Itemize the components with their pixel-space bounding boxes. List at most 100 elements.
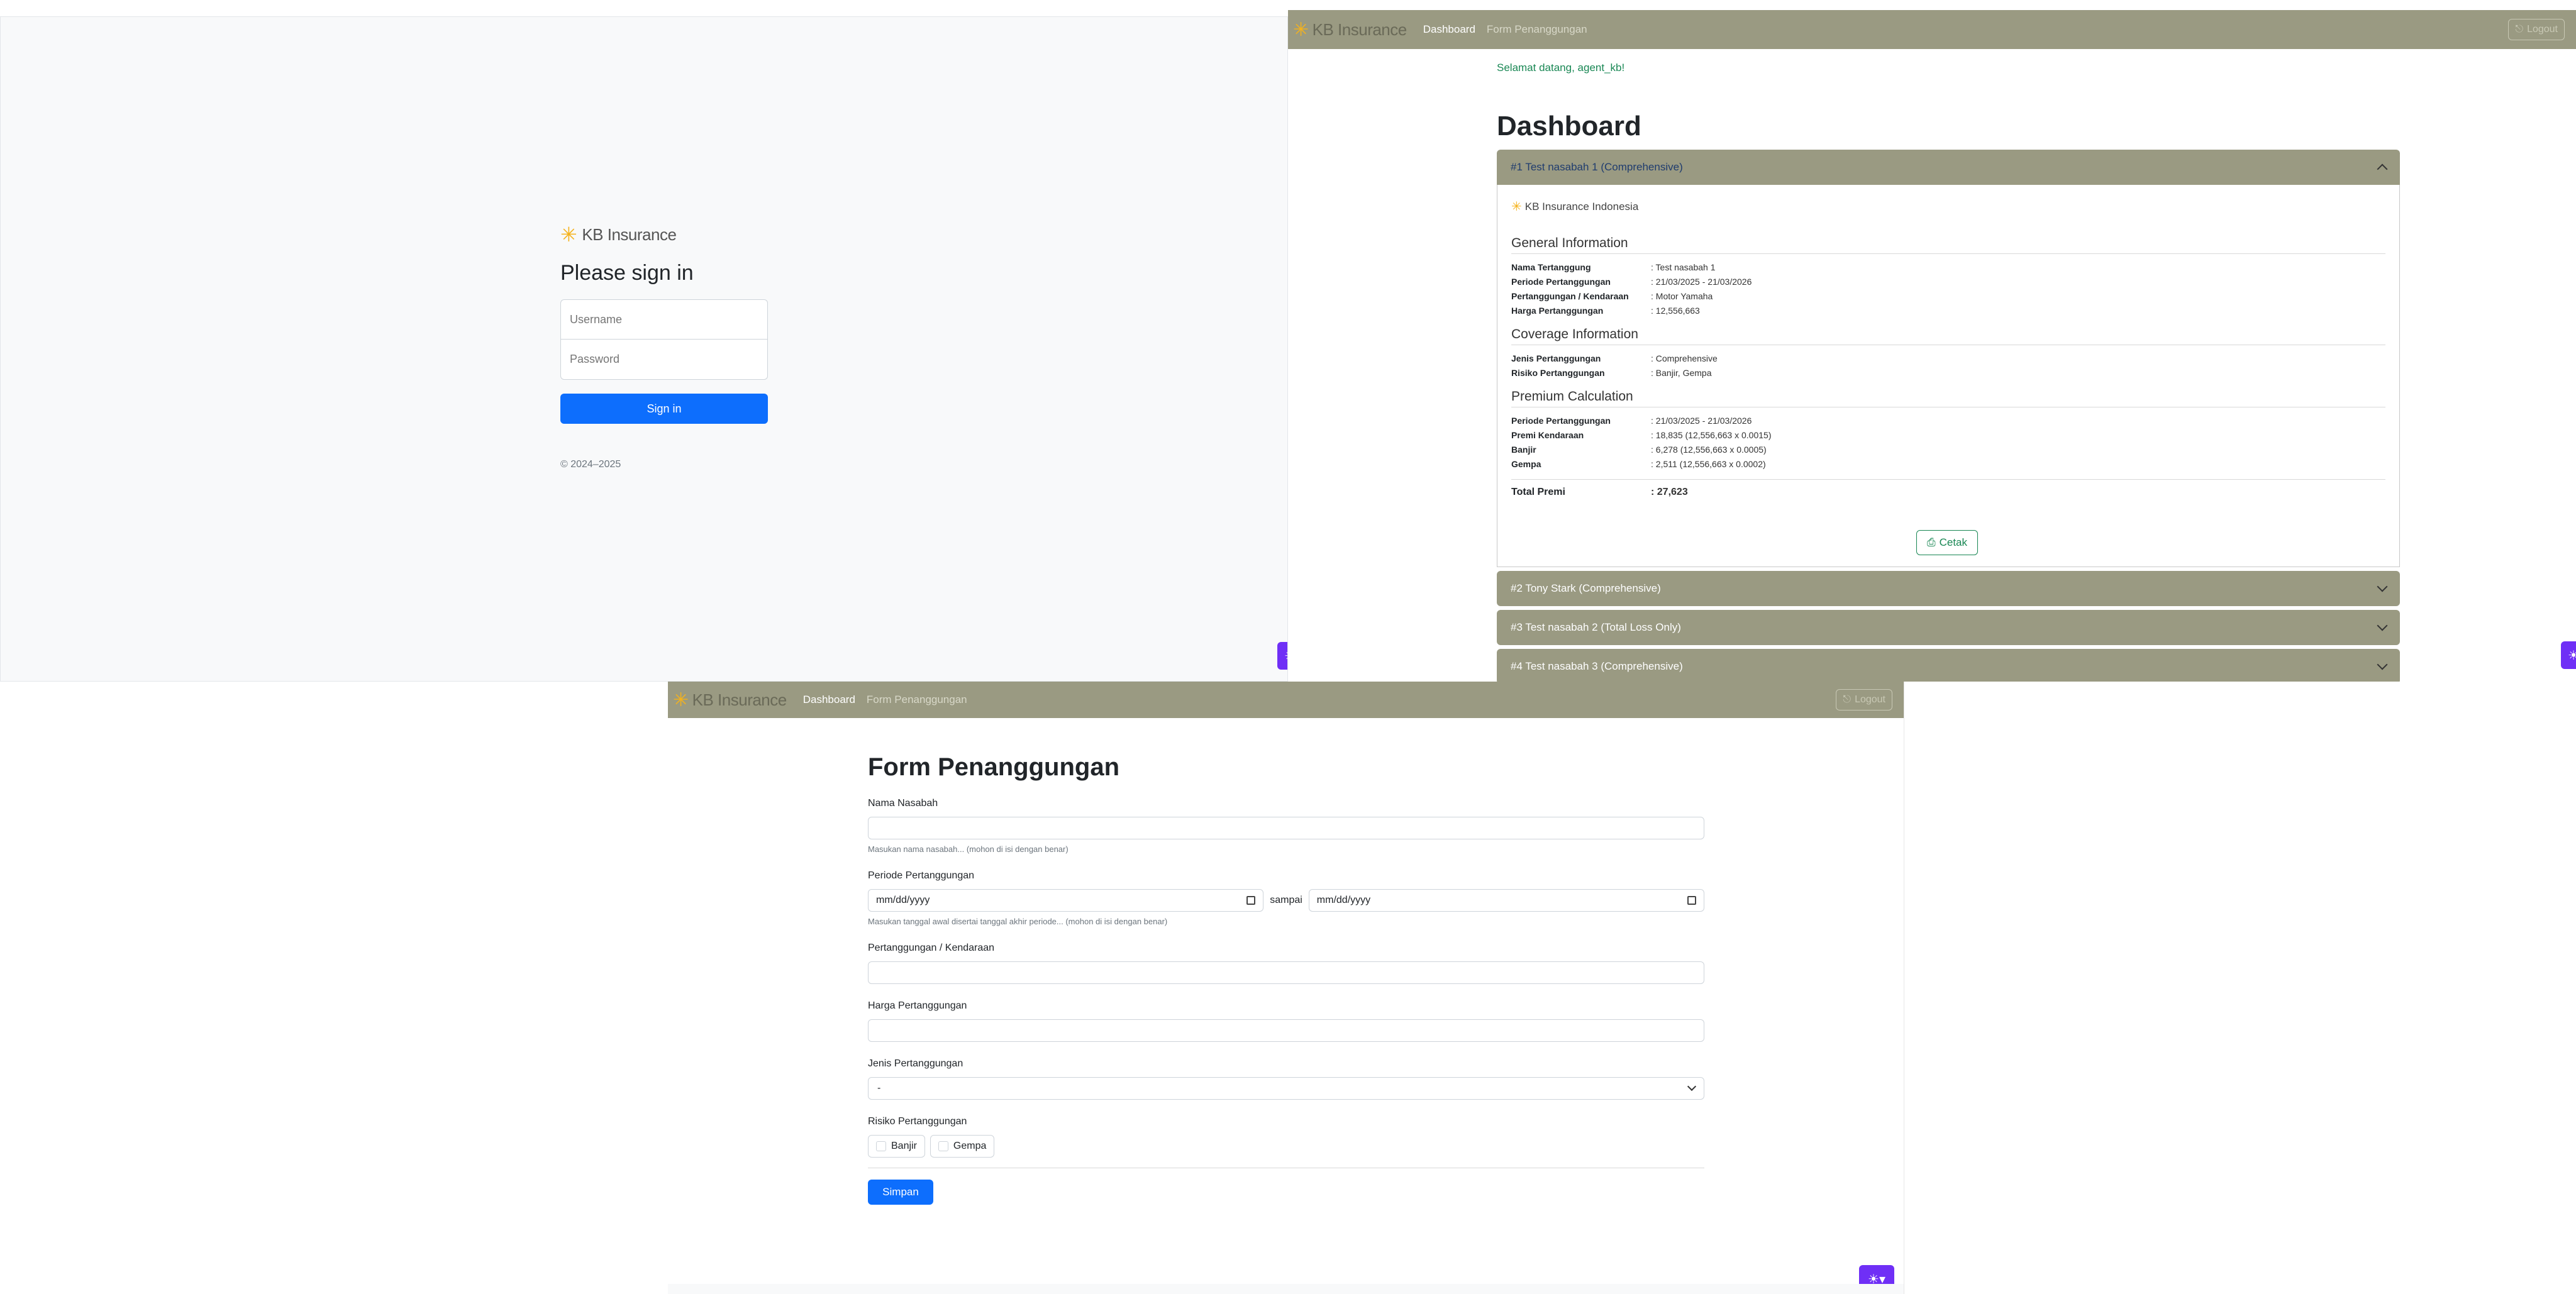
start-date-placeholder: mm/dd/yyyy — [876, 895, 930, 905]
accordion-header-1[interactable]: #1 Test nasabah 1 (Comprehensive) — [1497, 150, 2400, 185]
password-input[interactable] — [560, 340, 768, 380]
form-panel: ✳ KB Insurance Dashboard Form Penanggung… — [668, 682, 1904, 1294]
copyright-text: © 2024–2025 — [560, 459, 621, 470]
nama-help: Masukan nama nasabah... (mohon di isi de… — [868, 844, 1069, 854]
jenis-select[interactable]: - — [868, 1077, 1704, 1100]
general-info-title: General Information — [1511, 236, 2385, 254]
harga-label: Harga Pertanggungan — [868, 1000, 967, 1011]
calendar-icon[interactable] — [1687, 896, 1697, 905]
periode-group: Periode Pertanggungan mm/dd/yyyy sampai … — [868, 870, 1705, 926]
gempa-checkbox[interactable]: Gempa — [930, 1135, 995, 1158]
navbar-brand-text: KB Insurance — [692, 690, 787, 709]
harga-input[interactable] — [868, 1019, 1704, 1042]
accordion-title-1: #1 Test nasabah 1 (Comprehensive) — [1511, 161, 1683, 173]
nav-dashboard-link[interactable]: Dashboard — [1423, 23, 1475, 36]
harga-group: Harga Pertanggungan — [868, 1000, 1704, 1042]
chevron-up-icon — [2377, 163, 2388, 175]
nav-form-link[interactable]: Form Penanggungan — [1487, 23, 1587, 36]
info-key: Gempa — [1511, 459, 1541, 469]
accordion-header-2[interactable]: #2 Tony Stark (Comprehensive) — [1497, 571, 2400, 606]
signin-title: Please sign in — [560, 261, 694, 285]
kendaraan-input[interactable] — [868, 961, 1704, 984]
info-value: : 21/03/2025 - 21/03/2026 — [1651, 277, 1752, 287]
policy-logo-text: KB Insurance Indonesia — [1524, 200, 1639, 213]
periode-help: Masukan tanggal awal disertai tanggal ak… — [868, 917, 1168, 926]
kendaraan-label: Pertanggungan / Kendaraan — [868, 943, 995, 953]
total-label: Total Premi — [1511, 487, 1565, 497]
info-value: : Motor Yamaha — [1651, 291, 1713, 301]
info-key: Jenis Pertanggungan — [1511, 353, 1601, 363]
total-premium: Total Premi: 27,623 — [1511, 479, 2385, 499]
checkbox-box[interactable] — [938, 1141, 948, 1151]
logout-button[interactable]: ⎋ Logout — [2508, 19, 2565, 40]
login-logo-text: KB Insurance — [582, 224, 677, 244]
risiko-options: Banjir Gempa — [868, 1135, 1704, 1158]
info-key: Pertanggungan / Kendaraan — [1511, 291, 1629, 301]
printer-icon: ⎙ — [1926, 536, 1936, 548]
general-info-rows: Nama Tertanggung : Test nasabah 1 Periode… — [1511, 260, 2385, 318]
accordion-body-1: ✳ KB Insurance Indonesia General Informa… — [1497, 185, 2400, 567]
info-value: : Test nasabah 1 — [1651, 262, 1716, 272]
theme-toggle-button[interactable]: ☀ — [2561, 641, 2576, 669]
nav-form-link[interactable]: Form Penanggungan — [867, 694, 967, 706]
nama-input[interactable] — [868, 817, 1704, 839]
nav-dashboard-link[interactable]: Dashboard — [803, 694, 855, 706]
page-title: Form Penanggungan — [868, 753, 1119, 781]
sampai-label: sampai — [1270, 895, 1302, 905]
coverage-info-title: Coverage Information — [1511, 327, 2385, 345]
info-key: Harga Pertanggungan — [1511, 306, 1604, 316]
print-button[interactable]: ⎙ Cetak — [1916, 530, 1978, 555]
info-value: : 2,511 (12,556,663 x 0.0002) — [1651, 459, 1766, 469]
kendaraan-group: Pertanggungan / Kendaraan — [868, 943, 1704, 984]
gempa-label: Gempa — [953, 1141, 987, 1151]
navbar: ✳ KB Insurance Dashboard Form Penanggung… — [1288, 10, 2576, 49]
jenis-label: Jenis Pertanggungan — [868, 1058, 963, 1069]
info-key: Nama Tertanggung — [1511, 262, 1591, 272]
chevron-down-icon — [2377, 659, 2388, 670]
logout-button[interactable]: ⎋ Logout — [1836, 689, 1892, 711]
checkbox-box[interactable] — [876, 1141, 886, 1151]
footer-strip — [668, 1284, 1904, 1294]
login-logo: ✳ KB Insurance — [560, 224, 768, 245]
page-title: Dashboard — [1497, 111, 1641, 141]
coverage-info-rows: Jenis Pertanggungan: Comprehensive Risik… — [1511, 351, 2385, 380]
welcome-message: Selamat datang, agent_kb! — [1497, 62, 1625, 74]
periode-row: mm/dd/yyyy sampai mm/dd/yyyy — [868, 889, 1705, 912]
premium-calc-title: Premium Calculation — [1511, 389, 2385, 407]
login-panel: ✳ KB Insurance Please sign in Sign in © … — [0, 16, 1288, 682]
nama-group: Nama Nasabah Masukan nama nasabah... (mo… — [868, 798, 1704, 854]
theme-toggle-button[interactable]: ☀ — [1277, 642, 1287, 670]
print-label: Cetak — [1939, 536, 1968, 548]
calendar-icon[interactable] — [1246, 896, 1256, 905]
end-date-input[interactable]: mm/dd/yyyy — [1308, 889, 1705, 912]
info-key: Periode Pertanggungan — [1511, 277, 1611, 287]
submit-button[interactable]: Simpan — [868, 1180, 933, 1205]
navbar-brand[interactable]: ✳ KB Insurance — [673, 689, 787, 711]
form-content: Form Penanggungan Nama Nasabah Masukan n… — [868, 753, 1705, 1205]
info-value: : 6,278 (12,556,663 x 0.0005) — [1651, 445, 1767, 455]
jenis-selected-value: - — [877, 1083, 881, 1093]
risiko-label: Risiko Pertanggungan — [868, 1116, 967, 1127]
logout-label: Logout — [2527, 24, 2558, 35]
username-input[interactable] — [560, 299, 768, 340]
accordion-item-1: #1 Test nasabah 1 (Comprehensive) ✳ KB I… — [1497, 150, 2400, 567]
info-value: : 21/03/2025 - 21/03/2026 — [1651, 416, 1752, 426]
banjir-label: Banjir — [891, 1141, 917, 1151]
info-key: Premi Kendaraan — [1511, 430, 1584, 440]
logout-icon: ⎋ — [2515, 24, 2524, 35]
signin-box: ✳ KB Insurance Please sign in Sign in © … — [560, 224, 768, 470]
accordion-header-4[interactable]: #4 Test nasabah 3 (Comprehensive) — [1497, 649, 2400, 682]
navbar-brand-text: KB Insurance — [1312, 19, 1407, 39]
kb-star-icon: ✳ — [1293, 19, 1309, 40]
sun-icon: ☀ — [2568, 648, 2576, 663]
navbar: ✳ KB Insurance Dashboard Form Penanggung… — [668, 682, 1904, 718]
banjir-checkbox[interactable]: Banjir — [868, 1135, 925, 1158]
accordion-header-3[interactable]: #3 Test nasabah 2 (Total Loss Only) — [1497, 610, 2400, 645]
chevron-down-icon — [1687, 1081, 1697, 1092]
policy-logo: ✳ KB Insurance Indonesia — [1511, 199, 2385, 214]
start-date-input[interactable]: mm/dd/yyyy — [868, 889, 1264, 912]
navbar-brand[interactable]: ✳ KB Insurance — [1293, 19, 1407, 41]
info-key: Banjir — [1511, 445, 1536, 455]
signin-button[interactable]: Sign in — [560, 394, 768, 424]
risiko-group: Risiko Pertanggungan Banjir Gempa — [868, 1116, 1704, 1158]
